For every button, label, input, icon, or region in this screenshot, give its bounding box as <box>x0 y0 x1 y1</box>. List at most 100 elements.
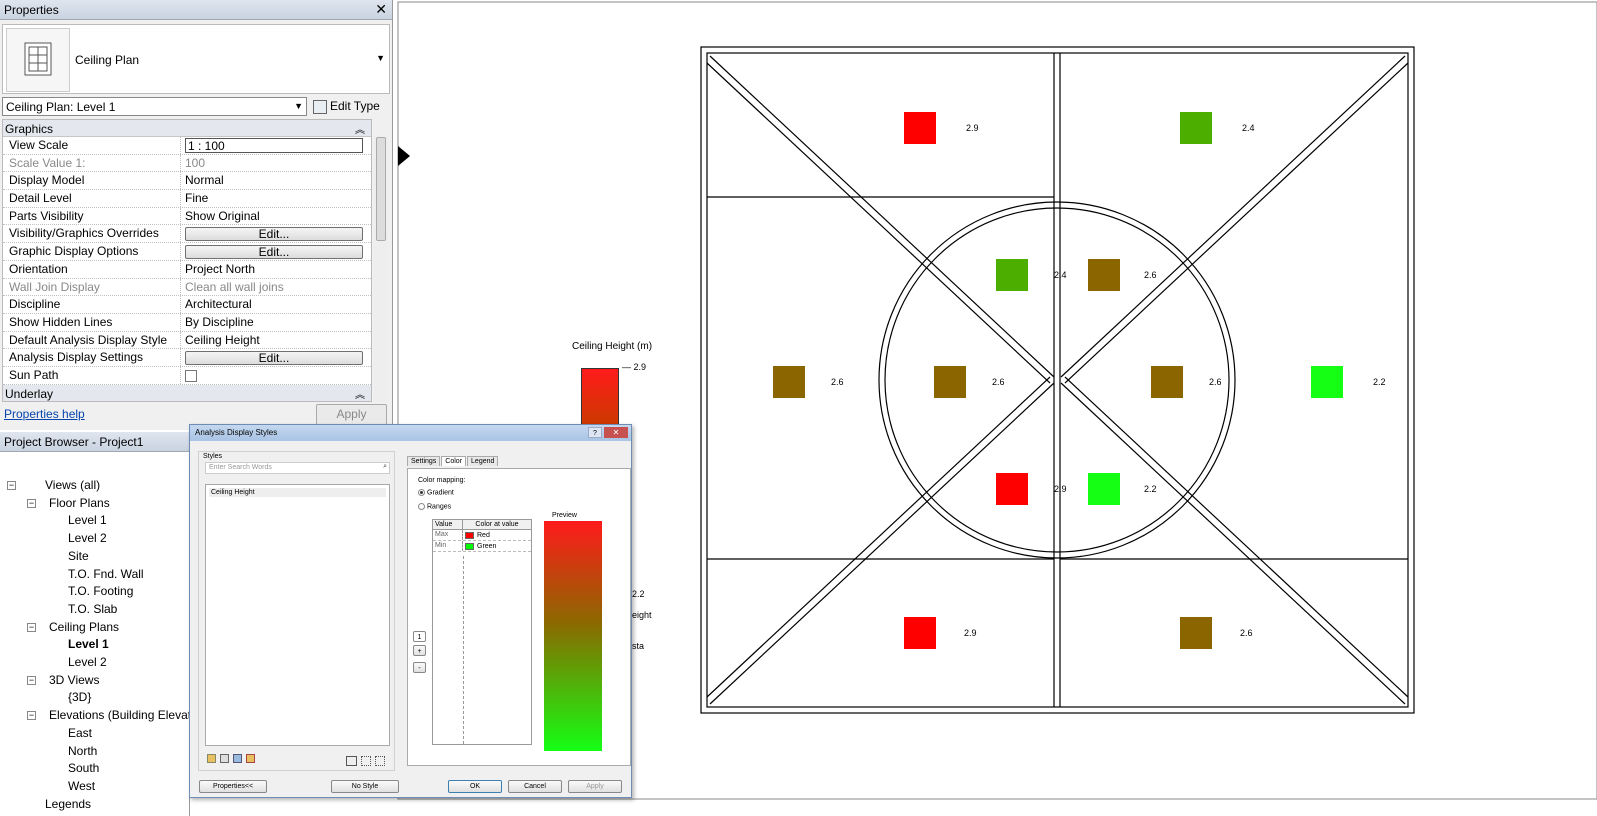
analysis-marker[interactable] <box>996 259 1028 291</box>
property-row[interactable]: Detail Level Fine <box>3 190 371 208</box>
collapse-toggle-icon[interactable]: − <box>27 675 36 685</box>
browser-item[interactable]: Legends <box>45 797 91 811</box>
table-row[interactable]: Min Green <box>433 541 531 552</box>
browser-item[interactable]: Elevations (Building Elevati <box>49 708 189 722</box>
properties-scrollbar[interactable] <box>374 136 388 402</box>
sun-path-checkbox[interactable] <box>185 369 197 382</box>
remove-row-button[interactable]: - <box>413 662 426 673</box>
browser-item[interactable]: Views (all) <box>45 478 100 492</box>
delete-icon[interactable] <box>246 754 255 763</box>
browser-item[interactable]: Floor Plans <box>49 496 110 510</box>
edit-type-button[interactable]: Edit Type <box>313 97 391 116</box>
styles-list[interactable]: Ceiling Height <box>205 484 390 746</box>
close-icon[interactable]: ✕ <box>604 427 628 438</box>
property-row[interactable]: Orientation Project North <box>3 260 371 279</box>
scroll-thumb[interactable] <box>376 137 386 241</box>
rename-icon[interactable] <box>233 754 242 763</box>
help-icon[interactable]: ? <box>588 427 602 438</box>
list-view-icon[interactable] <box>346 756 357 766</box>
property-row[interactable]: Scale Value 1: 100 <box>3 154 371 173</box>
section-graphics[interactable]: Graphics ︽ <box>3 120 371 137</box>
browser-item[interactable]: T.O. Slab <box>68 602 117 616</box>
collapse-icon[interactable]: ︽ <box>355 121 365 136</box>
chevron-down-icon[interactable]: ▼ <box>376 53 385 63</box>
property-row[interactable]: Sun Path <box>3 366 371 385</box>
browser-item[interactable]: 3D Views <box>49 673 99 687</box>
browser-item[interactable]: Site <box>68 549 89 563</box>
add-row-button[interactable]: + <box>413 645 426 656</box>
ranges-radio[interactable]: Ranges <box>418 503 451 510</box>
analysis-marker[interactable] <box>1180 617 1212 649</box>
search-input[interactable]: Enter Search Words ⌕ <box>205 462 390 474</box>
edit-button[interactable]: Edit... <box>185 227 363 242</box>
analysis-marker[interactable] <box>773 366 805 398</box>
property-row[interactable]: Analysis Display Settings Edit... <box>3 349 371 367</box>
property-row[interactable]: Graphic Display Options Edit... <box>3 243 371 261</box>
browser-item[interactable]: West <box>68 779 95 793</box>
property-row[interactable]: View Scale 1 : 100 <box>3 137 371 155</box>
radio-icon <box>418 489 425 496</box>
view-instance-dropdown[interactable]: Ceiling Plan: Level 1 ▼ <box>2 97 307 116</box>
browser-item[interactable]: Level 1 <box>68 637 109 651</box>
edit-button[interactable]: Edit... <box>185 351 363 366</box>
collapse-toggle-icon[interactable]: − <box>27 498 36 508</box>
color-cell[interactable]: Green <box>463 541 531 551</box>
analysis-marker[interactable] <box>1088 259 1120 291</box>
analysis-marker[interactable] <box>1088 473 1120 505</box>
edit-type-icon <box>313 99 327 114</box>
small-icons-icon[interactable] <box>361 756 371 766</box>
properties-toggle-button[interactable]: Properties<< <box>199 780 267 793</box>
analysis-marker[interactable] <box>904 112 936 144</box>
browser-item[interactable]: North <box>68 744 97 758</box>
tab-color[interactable]: Color <box>441 456 467 466</box>
property-row[interactable]: Wall Join Display Clean all wall joins <box>3 278 371 297</box>
browser-item[interactable]: Level 2 <box>68 655 107 669</box>
property-row[interactable]: Show Hidden Lines By Discipline <box>3 313 371 332</box>
color-cell[interactable]: Red <box>463 530 531 540</box>
ok-button[interactable]: OK <box>448 780 502 793</box>
tab-settings[interactable]: Settings <box>407 456 441 466</box>
new-style-icon[interactable] <box>207 754 216 763</box>
cancel-button[interactable]: Cancel <box>508 780 562 793</box>
dialog-apply-button[interactable]: Apply <box>568 780 622 793</box>
property-label: Parts Visibility <box>3 207 181 225</box>
large-icons-icon[interactable] <box>375 756 385 766</box>
property-row[interactable]: Default Analysis Display Style Ceiling He… <box>3 331 371 350</box>
list-item[interactable]: Ceiling Height <box>209 488 386 497</box>
properties-help-link[interactable]: Properties help <box>4 407 85 421</box>
property-row[interactable]: Discipline Architectural <box>3 296 371 314</box>
edit-button[interactable]: Edit... <box>185 245 363 260</box>
analysis-marker[interactable] <box>1180 112 1212 144</box>
tab-legend[interactable]: Legend <box>467 456 499 466</box>
no-style-button[interactable]: No Style <box>331 780 399 793</box>
browser-item[interactable]: T.O. Fnd. Wall <box>68 567 144 581</box>
browser-item[interactable]: Ceiling Plans <box>49 620 119 634</box>
close-icon[interactable]: ✕ <box>375 1 387 18</box>
section-underlay[interactable]: Underlay ︽ <box>3 384 371 401</box>
browser-item[interactable]: Level 1 <box>68 513 107 527</box>
table-row[interactable]: Max Red <box>433 530 531 541</box>
browser-item[interactable]: {3D} <box>68 690 91 704</box>
collapse-toggle-icon[interactable]: − <box>7 481 16 490</box>
collapse-toggle-icon[interactable]: − <box>27 711 36 721</box>
browser-item[interactable]: T.O. Footing <box>68 584 133 598</box>
view-scale-input[interactable]: 1 : 100 <box>185 138 363 153</box>
property-row[interactable]: Parts Visibility Show Original <box>3 207 371 226</box>
analysis-marker[interactable] <box>904 617 936 649</box>
browser-item[interactable]: Level 2 <box>68 531 107 545</box>
browser-item[interactable]: South <box>68 761 99 775</box>
collapse-icon[interactable]: ︽ <box>355 386 365 401</box>
gradient-radio[interactable]: Gradient <box>418 489 454 496</box>
property-row[interactable]: Display Model Normal <box>3 172 371 191</box>
duplicate-icon[interactable] <box>220 754 229 763</box>
browser-item[interactable]: East <box>68 726 92 740</box>
property-row[interactable]: Visibility/Graphics Overrides Edit... <box>3 225 371 244</box>
analysis-marker[interactable] <box>1151 366 1183 398</box>
analysis-marker[interactable] <box>1311 366 1343 398</box>
collapse-toggle-icon[interactable]: − <box>27 622 36 632</box>
type-selector[interactable]: Ceiling Plan ▼ <box>2 24 390 94</box>
stepper-value[interactable]: 1 <box>413 631 426 642</box>
apply-button[interactable]: Apply <box>316 404 387 425</box>
analysis-marker[interactable] <box>996 473 1028 505</box>
analysis-marker[interactable] <box>934 366 966 398</box>
